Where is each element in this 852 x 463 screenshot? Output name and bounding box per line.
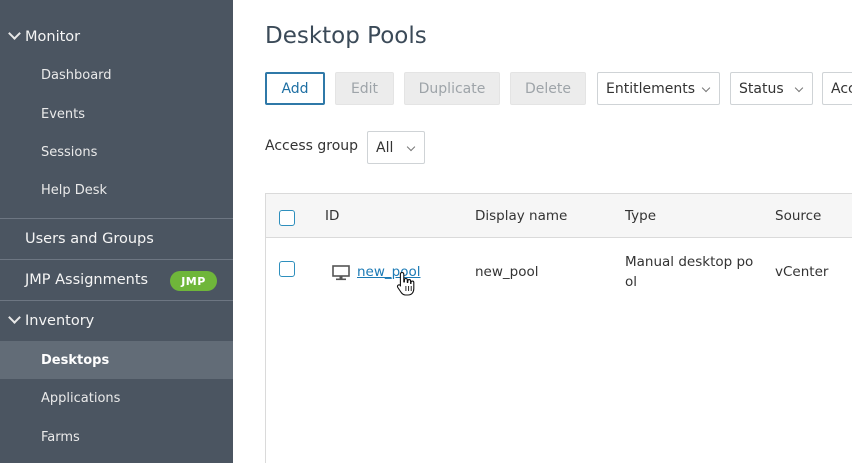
entitlements-dropdown[interactable]: Entitlements — [597, 72, 720, 105]
sidebar-divider — [0, 259, 233, 260]
sidebar-item-sessions[interactable]: Sessions — [0, 133, 233, 171]
hand-cursor-icon — [396, 271, 415, 296]
delete-button[interactable]: Delete — [510, 72, 586, 105]
select-all-checkbox[interactable] — [279, 210, 295, 226]
sidebar: Monitor Dashboard Events Sessions Help D… — [0, 0, 233, 463]
sidebar-section-inventory[interactable]: Inventory — [0, 302, 233, 340]
column-header-id[interactable]: ID — [325, 208, 339, 224]
edit-button[interactable]: Edit — [335, 72, 394, 105]
desktop-pools-table: ID Display name Type Source new_pool new… — [265, 193, 852, 463]
chevron-down-icon — [406, 142, 416, 152]
sidebar-section-jmp-assignments[interactable]: JMP Assignments JMP — [0, 261, 233, 299]
main-content: Desktop Pools Add Edit Duplicate Delete … — [233, 0, 852, 463]
column-header-display-name[interactable]: Display name — [475, 208, 567, 224]
access-group-label: Access group — [265, 138, 359, 154]
jmp-badge: JMP — [170, 271, 217, 291]
access-dropdown-label: Acc — [831, 80, 852, 97]
chevron-down-icon — [701, 83, 711, 93]
pool-source: vCenter — [775, 264, 829, 280]
sidebar-section-users-groups[interactable]: Users and Groups — [0, 220, 233, 258]
sidebar-item-farms[interactable]: Farms — [0, 418, 233, 456]
sidebar-item-dashboard[interactable]: Dashboard — [0, 56, 233, 94]
chevron-down-icon — [8, 311, 21, 324]
column-header-source[interactable]: Source — [775, 208, 821, 224]
access-group-select[interactable]: All — [367, 131, 425, 164]
add-button[interactable]: Add — [265, 72, 325, 105]
page-title: Desktop Pools — [265, 23, 427, 49]
row-checkbox[interactable] — [279, 261, 295, 277]
sidebar-divider — [0, 218, 233, 219]
entitlements-label: Entitlements — [606, 80, 695, 97]
sidebar-section-monitor[interactable]: Monitor — [0, 18, 233, 56]
sidebar-item-applications[interactable]: Applications — [0, 379, 233, 417]
sidebar-item-events[interactable]: Events — [0, 95, 233, 133]
status-label: Status — [739, 80, 784, 97]
pool-type-line2: ol — [625, 274, 638, 290]
sidebar-item-help-desk[interactable]: Help Desk — [0, 171, 233, 209]
access-dropdown-truncated[interactable]: Acc — [822, 72, 852, 105]
sidebar-item-desktops[interactable]: Desktops — [0, 341, 233, 379]
desktop-monitor-icon — [332, 265, 350, 281]
duplicate-button[interactable]: Duplicate — [404, 72, 500, 105]
pool-display-name: new_pool — [475, 264, 539, 280]
column-header-type[interactable]: Type — [625, 208, 656, 224]
status-dropdown[interactable]: Status — [730, 72, 813, 105]
sidebar-divider — [0, 300, 233, 301]
access-group-value: All — [376, 139, 394, 156]
chevron-down-icon — [794, 83, 804, 93]
chevron-down-icon — [8, 27, 21, 40]
pool-type-line1: Manual desktop po — [625, 254, 754, 270]
table-header: ID Display name Type Source — [266, 194, 852, 238]
